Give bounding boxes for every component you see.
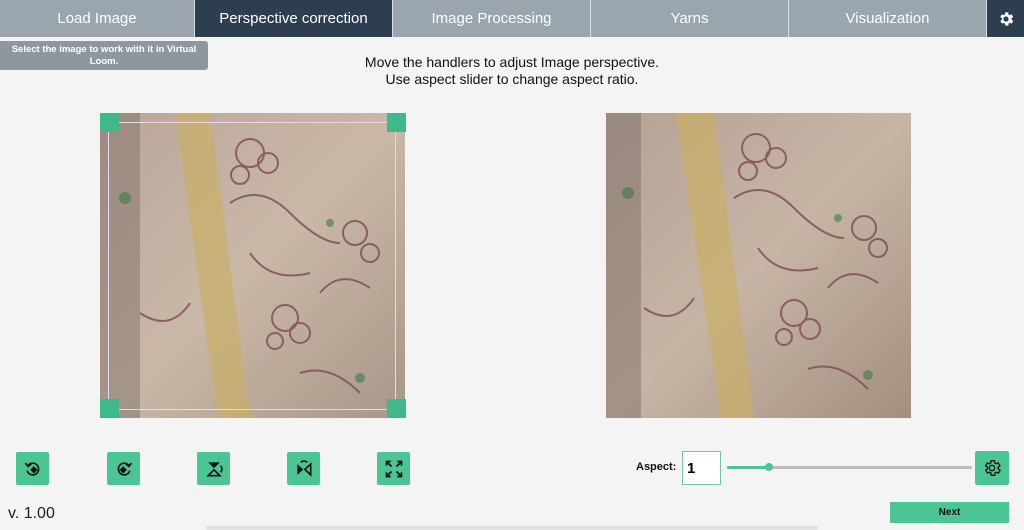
aspect-slider-thumb[interactable] — [764, 463, 773, 471]
flip-horizontal-icon — [296, 459, 311, 477]
instruction-line-1: Move the handlers to adjust Image perspe… — [364, 54, 660, 70]
tab-image-processing[interactable]: Image Processing — [393, 0, 591, 37]
rotate-right-button[interactable] — [107, 452, 140, 485]
instruction-line-2: Use aspect slider to change aspect ratio… — [385, 71, 639, 87]
source-image — [100, 113, 405, 418]
aspect-settings-button[interactable] — [975, 451, 1009, 485]
scroll-indicator — [206, 526, 818, 530]
gear-icon — [984, 460, 1001, 476]
tab-yarns[interactable]: Yarns — [591, 0, 789, 37]
flip-horizontal-button[interactable] — [287, 452, 320, 485]
tab-load-image[interactable]: Load Image — [0, 0, 195, 37]
fit-to-frame-button[interactable] — [377, 452, 410, 485]
handle-bottom-left[interactable] — [100, 399, 119, 418]
tab-perspective-correction[interactable]: Perspective correction — [195, 0, 393, 37]
settings-button[interactable] — [987, 0, 1024, 37]
next-button[interactable]: Next — [890, 502, 1009, 523]
preview-image — [606, 113, 911, 418]
version-label: v. 1.00 — [8, 505, 55, 522]
aspect-input[interactable] — [682, 451, 721, 485]
aspect-slider[interactable] — [727, 463, 972, 471]
rotate-left-icon — [24, 461, 39, 476]
rotate-right-icon — [117, 461, 132, 476]
fit-to-frame-icon — [385, 460, 402, 477]
gear-icon — [999, 11, 1013, 26]
rotate-left-button[interactable] — [16, 452, 49, 485]
handle-bottom-right[interactable] — [387, 399, 406, 418]
top-nav: Load Image Perspective correction Image … — [0, 0, 1024, 37]
flip-vertical-button[interactable] — [197, 452, 230, 485]
flip-vertical-icon — [205, 461, 223, 476]
instructions: Move the handlers to adjust Image perspe… — [312, 54, 712, 88]
tooltip: Select the image to work with it in Virt… — [0, 41, 208, 70]
aspect-label: Aspect: — [636, 461, 677, 473]
aspect-slider-fill — [727, 466, 769, 469]
handle-top-right[interactable] — [387, 113, 406, 132]
tab-visualization[interactable]: Visualization — [789, 0, 987, 37]
handle-top-left[interactable] — [100, 113, 119, 132]
